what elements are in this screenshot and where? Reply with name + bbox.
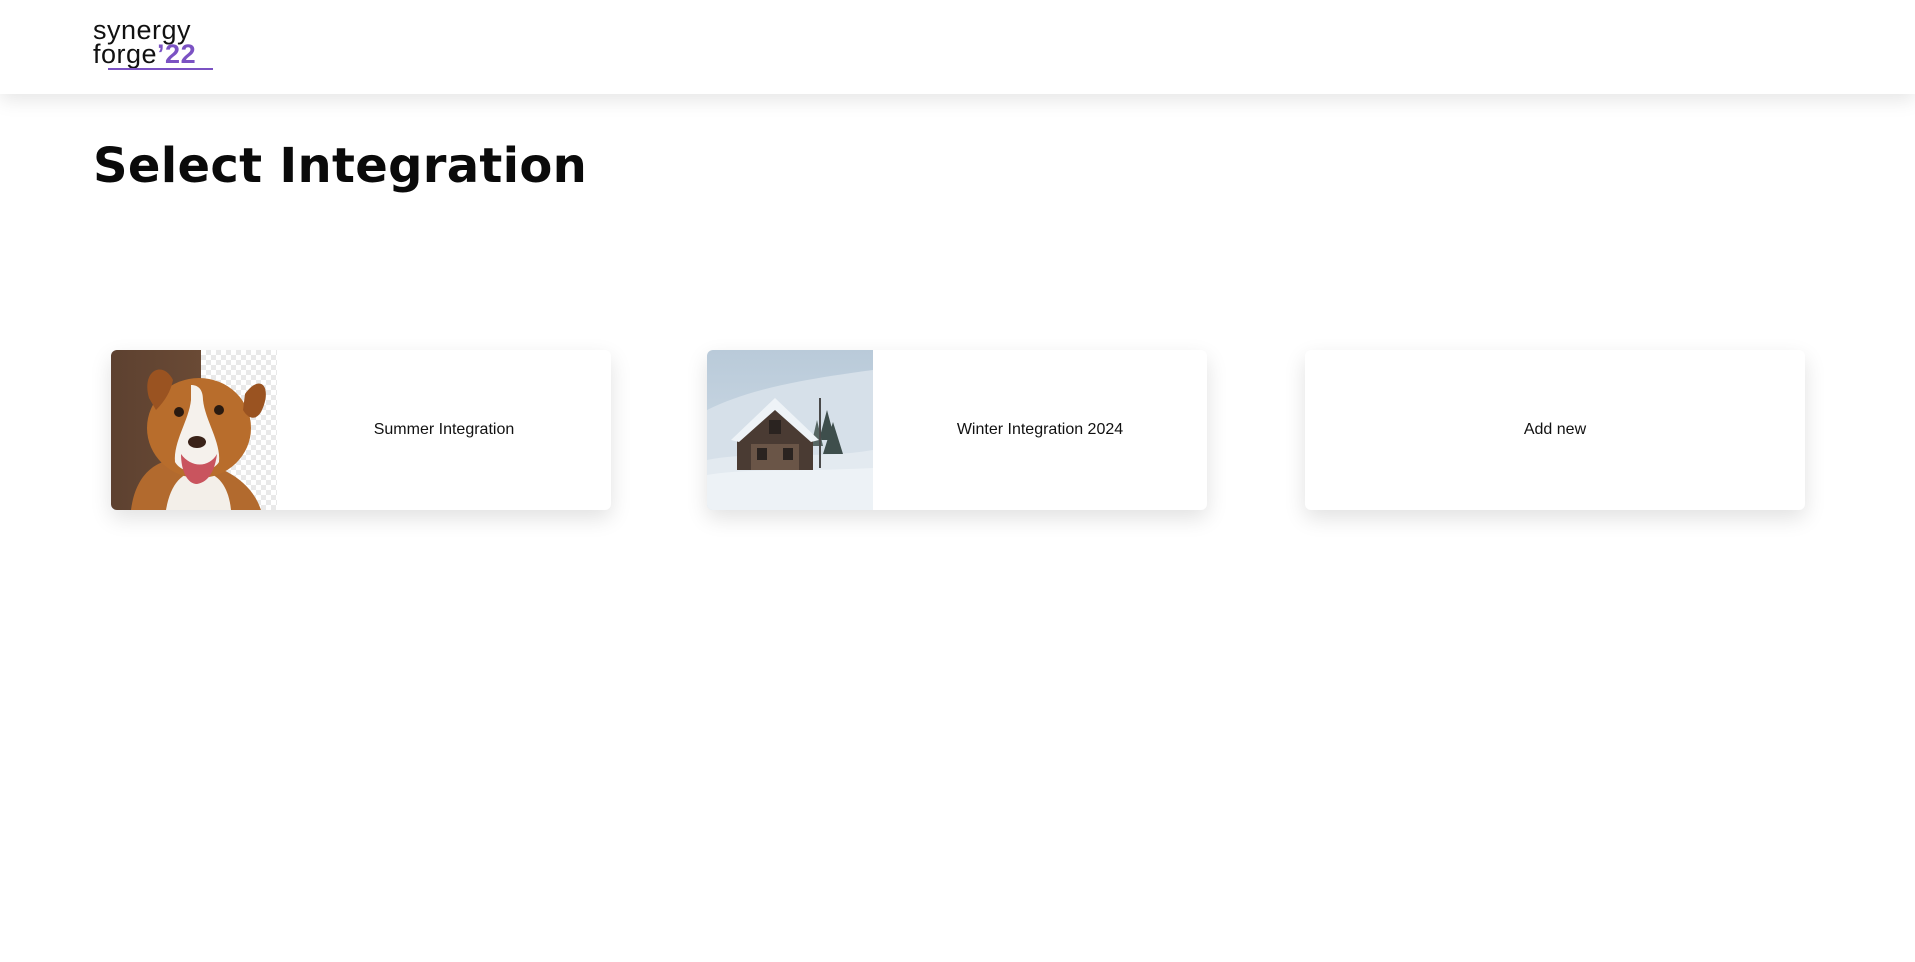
integration-card-winter[interactable]: Winter Integration 2024	[707, 350, 1207, 510]
integration-thumbnail	[707, 350, 873, 510]
integration-card-label: Summer Integration	[373, 421, 515, 438]
add-new-label: Add new	[1523, 421, 1587, 438]
logo-year: ’22	[157, 39, 197, 69]
add-new-integration-card[interactable]: Add new	[1305, 350, 1805, 510]
integration-card-label: Winter Integration 2024	[956, 421, 1124, 438]
logo-underline	[108, 68, 213, 70]
synergy-forge-logo[interactable]: synergy forge’22	[93, 17, 215, 73]
top-bar: synergy forge’22	[0, 0, 1915, 94]
dog-image	[131, 369, 266, 510]
snow-cabin-image	[707, 370, 873, 510]
logo-line-2-text: forge	[93, 39, 158, 69]
integration-thumbnail	[111, 350, 277, 510]
logo-line-2: forge’22	[93, 41, 196, 68]
page-title: Select Integration	[93, 138, 588, 194]
integration-card-summer[interactable]: Summer Integration	[111, 350, 611, 510]
